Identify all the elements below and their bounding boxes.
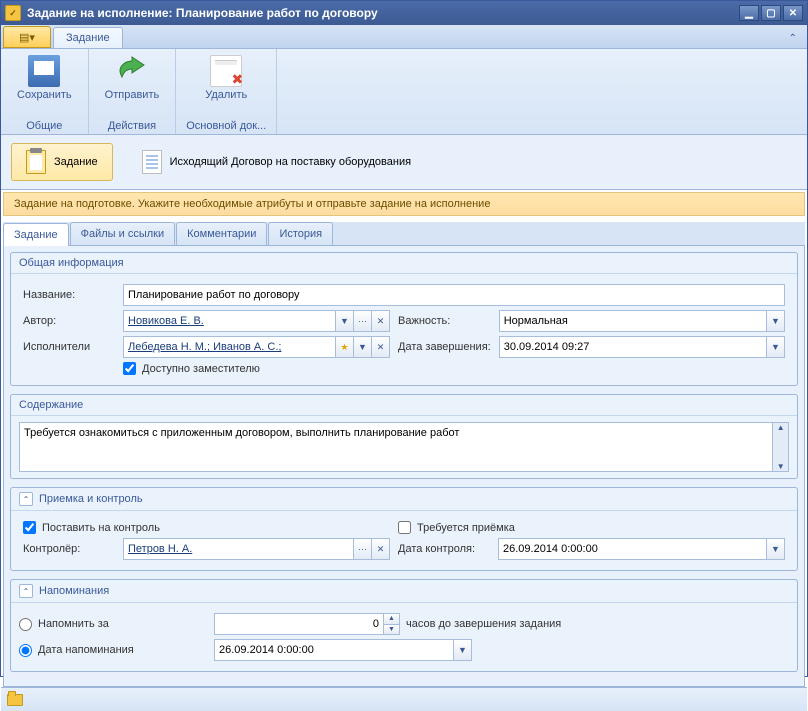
due-label: Дата завершения: [394,336,495,358]
performers-input[interactable] [123,336,336,358]
need-accept-input[interactable] [398,521,411,534]
remind-in-radio[interactable] [19,618,32,631]
due-dropdown-icon[interactable]: ▼ [767,336,785,358]
accept-collapse-icon[interactable]: ⌃ [19,492,33,506]
controller-browse-icon[interactable]: ··· [354,538,372,560]
save-button[interactable]: Сохранить [11,53,78,103]
group-content: Содержание Требуется ознакомиться с прил… [10,394,798,479]
ribbon-tabs: ▤▾ Задание ⌃ [1,25,807,49]
group-accept-header: Приемка и контроль [39,493,143,505]
content-scrollbar[interactable]: ▲▼ [773,422,789,472]
form-area: Общая информация Название: Автор: ▼ ··· … [3,246,805,687]
save-icon [28,55,60,87]
window-title: Задание на исполнение: Планирование рабо… [27,6,739,20]
minimize-button[interactable]: ▁ [739,5,759,21]
delete-icon [210,55,242,87]
context-doc-label: Исходящий Договор на поставку оборудован… [170,156,411,168]
send-icon [116,55,148,87]
need-accept-checkbox[interactable]: Требуется приёмка [398,521,785,534]
name-label: Название: [19,284,119,306]
tab-history[interactable]: История [268,222,333,245]
remind-hours-spinner[interactable]: ▲▼ [214,613,400,635]
deputy-checkbox-label: Доступно заместителю [142,363,260,375]
group-accept: ⌃ Приемка и контроль Поставить на контро… [10,487,798,571]
tab-files[interactable]: Файлы и ссылки [70,222,176,245]
content-textarea[interactable]: Требуется ознакомиться с приложенным дог… [19,422,773,472]
performers-dropdown-icon[interactable]: ▼ [354,336,372,358]
group-reminders-header: Напоминания [39,585,109,597]
author-input[interactable] [123,310,336,332]
tab-comments[interactable]: Комментарии [176,222,267,245]
folder-icon[interactable] [7,694,23,706]
remind-in-label: Напомнить за [38,618,208,630]
remind-date-input[interactable] [214,639,454,661]
author-browse-icon[interactable]: ··· [354,310,372,332]
author-clear-icon[interactable]: ✕ [372,310,390,332]
ribbon: Сохранить Общие Отправить Действия Удали… [1,49,807,135]
due-input[interactable] [499,336,767,358]
deputy-checkbox[interactable]: Доступно заместителю [123,362,785,375]
spin-down-icon[interactable]: ▼ [384,624,400,636]
group-general-header: Общая информация [11,253,797,274]
send-label: Отправить [105,89,160,101]
group-reminders: ⌃ Напоминания Напомнить за ▲▼ часов до з… [10,579,798,672]
maximize-button[interactable]: ▢ [761,5,781,21]
clipboard-icon [26,150,46,174]
remind-date-radio[interactable] [19,644,32,657]
status-bar [1,687,807,711]
ribbon-group-actions-label: Действия [108,120,156,132]
controller-label: Контролёр: [19,538,119,560]
importance-input[interactable] [499,310,767,332]
app-icon: ✓ [5,5,21,21]
importance-dropdown-icon[interactable]: ▼ [767,310,785,332]
status-strip: Задание на подготовке. Укажите необходим… [3,192,805,216]
need-accept-label: Требуется приёмка [417,522,515,534]
send-button[interactable]: Отправить [99,53,166,103]
ribbon-group-maindoc: Удалить Основной док... [176,49,277,134]
delete-button[interactable]: Удалить [199,53,253,103]
ribbon-group-actions: Отправить Действия [89,49,177,134]
performers-clear-icon[interactable]: ✕ [372,336,390,358]
tabs: Задание Файлы и ссылки Комментарии Истор… [3,222,805,246]
document-icon [142,150,162,174]
name-input[interactable] [123,284,785,306]
controller-clear-icon[interactable]: ✕ [372,538,390,560]
ribbon-group-common-label: Общие [26,120,62,132]
control-date-label: Дата контроля: [394,538,494,560]
ribbon-group-common: Сохранить Общие [1,49,89,134]
delete-label: Удалить [205,89,247,101]
controller-input[interactable] [123,538,354,560]
context-task-label: Задание [54,156,98,168]
spin-up-icon[interactable]: ▲ [384,613,400,624]
remind-date-dropdown-icon[interactable]: ▼ [454,639,472,661]
control-date-input[interactable] [498,538,767,560]
ribbon-tab-task[interactable]: Задание [53,27,123,48]
author-label: Автор: [19,310,119,332]
put-on-control-input[interactable] [23,521,36,534]
ribbon-collapse-icon[interactable]: ⌃ [785,29,801,48]
save-label: Сохранить [17,89,72,101]
author-dropdown-icon[interactable]: ▼ [336,310,354,332]
remind-date-label: Дата напоминания [38,644,208,656]
remind-hours-tail: часов до завершения задания [406,618,561,630]
close-button[interactable]: ✕ [783,5,803,21]
group-general: Общая информация Название: Автор: ▼ ··· … [10,252,798,386]
remind-hours-input[interactable] [214,613,384,635]
tab-task[interactable]: Задание [3,223,69,246]
app-menu-button[interactable]: ▤▾ [3,26,51,48]
put-on-control-checkbox[interactable]: Поставить на контроль [23,521,390,534]
performers-label: Исполнители [19,336,119,358]
performers-star-icon[interactable]: ★ [336,336,354,358]
context-bar: Задание Исходящий Договор на поставку об… [1,135,807,190]
context-task-button[interactable]: Задание [11,143,113,181]
group-content-header: Содержание [11,395,797,416]
put-on-control-label: Поставить на контроль [42,522,160,534]
context-doc-button[interactable]: Исходящий Договор на поставку оборудован… [127,143,426,181]
reminders-collapse-icon[interactable]: ⌃ [19,584,33,598]
importance-label: Важность: [394,310,495,332]
ribbon-group-maindoc-label: Основной док... [186,120,266,132]
control-date-dropdown-icon[interactable]: ▼ [767,538,785,560]
deputy-checkbox-input[interactable] [123,362,136,375]
title-bar: ✓ Задание на исполнение: Планирование ра… [1,1,807,25]
